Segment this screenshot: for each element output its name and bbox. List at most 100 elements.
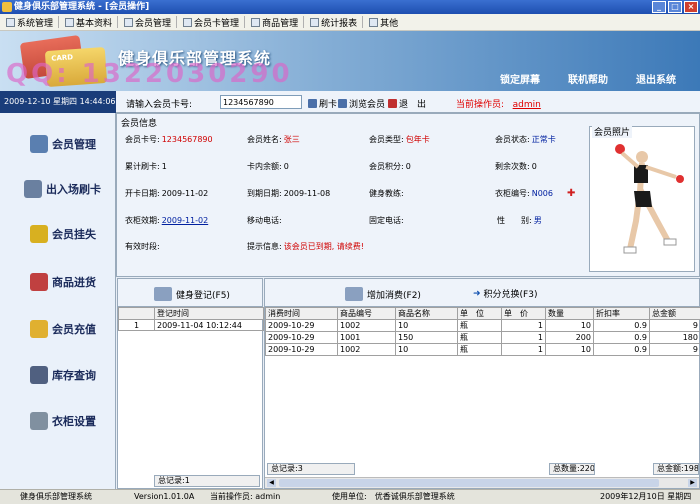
current-operator: 当前操作员: admin (456, 100, 541, 110)
checkin-column-header: 登记时间 (154, 307, 264, 320)
field-valid-period: 有效时段: (125, 242, 160, 251)
status-date: 2009年12月10日 星期四 (600, 492, 692, 501)
member-photo (615, 144, 684, 254)
arrow-right-icon: ➜ (473, 288, 481, 299)
stock-icon (30, 366, 48, 384)
field-open-date: 开卡日期: 2009-11-02 (125, 189, 209, 198)
report-icon (310, 17, 320, 27)
exit-icon (388, 99, 397, 108)
horizontal-scrollbar[interactable]: ◀ ▶ (265, 477, 699, 488)
sidebar-item-report-loss[interactable]: 会员挂失 (0, 211, 116, 257)
field-name: 会员姓名: 张三 (247, 135, 300, 144)
sidebar: 会员管理 出入场刷卡 会员挂失 商品进货 会员充值 库存查询 衣柜设置 (0, 113, 116, 489)
consumption-panel: 增加消费(F2) ➜ 积分兑换(F3) 消费时间 商品编号 商品名称 单 位 单 … (264, 278, 700, 489)
banner: 健身俱乐部管理系统 QQ: 1322030290 锁定屏幕 联机帮助 退出系统 (0, 31, 700, 91)
field-swipes: 累计刷卡: 1 (125, 162, 167, 171)
field-locker: 衣柜编号: N006 ✚ (495, 188, 576, 199)
goods-in-icon (30, 273, 48, 291)
sidebar-item-stock[interactable]: 库存查询 (0, 352, 116, 398)
consumption-total-amount: 总金额:198 (653, 463, 699, 475)
checkin-button[interactable]: 健身登记(F5) (154, 287, 230, 301)
table-row[interactable]: 2009-10-29 1001 150 瓶 1 200 0.9 180 (265, 331, 700, 344)
field-mobile: 移动电话: (247, 216, 282, 225)
consumption-total-records: 总记录:3 (267, 463, 355, 475)
banner-contact: QQ: 1322030290 (6, 59, 293, 89)
status-bar: 健身俱乐部管理系统 Version1.01.0A 当前操作员: admin 使用… (0, 489, 700, 504)
window-title: 健身俱乐部管理系统 - [会员操作] (14, 2, 150, 12)
menu-item-basic-info[interactable]: 基本资料 (65, 16, 119, 29)
status-app: 健身俱乐部管理系统 (20, 492, 92, 501)
sidebar-item-entry-swipe[interactable]: 出入场刷卡 (0, 166, 116, 212)
menu-bar: 系统管理 基本资料 会员管理 会员卡管理 商品管理 统计报表 其他 (0, 14, 700, 31)
consumption-total-qty: 总数量:220 (549, 463, 595, 475)
member-info-header: 会员信息 (121, 119, 158, 129)
field-type: 会员类型: 包年卡 (369, 135, 430, 144)
consumption-table: 消费时间 商品编号 商品名称 单 位 单 价 数量 折扣率 总金额 2009-1… (265, 307, 700, 356)
browse-members-button[interactable]: 浏览会员 (338, 97, 385, 110)
points-redeem-button[interactable]: ➜ 积分兑换(F3) (473, 287, 537, 301)
system-icon (6, 17, 15, 27)
online-help-button[interactable]: 联机帮助 (568, 71, 608, 86)
member-icon (124, 17, 134, 27)
member-photo-box: 会员照片 (589, 125, 695, 272)
field-phone: 固定电话: (369, 216, 404, 225)
title-bar: 健身俱乐部管理系统 - [会员操作] _ □ × (0, 0, 700, 14)
exit-button[interactable]: 退 出 (388, 97, 426, 110)
sidebar-item-member-manage[interactable]: 会员管理 (0, 121, 116, 167)
table-row[interactable]: 2009-10-29 1002 10 瓶 1 10 0.9 9 (265, 343, 700, 356)
close-button[interactable]: × (684, 1, 698, 13)
datetime-display: 2009-12-10 星期四 14:44:06 (0, 91, 116, 113)
menu-item-other[interactable]: 其他 (369, 16, 398, 29)
status-version: Version1.01.0A (134, 492, 195, 501)
card-icon (183, 17, 193, 27)
lock-screen-button[interactable]: 锁定屏幕 (500, 71, 540, 86)
checkin-total: 总记录:1 (154, 475, 260, 487)
add-locker-icon[interactable]: ✚ (567, 188, 575, 199)
swipe-card-button[interactable]: 刷卡 (308, 97, 337, 110)
card-number-input[interactable] (220, 95, 302, 109)
status-unit: 使用单位: 优香诚俱乐部管理系统 (332, 492, 455, 501)
field-remaining: 剩余次数: 0 (495, 162, 537, 171)
field-card-no: 会员卡号: 1234567890 (125, 135, 213, 144)
checkin-table: 登记时间 1 2009-11-04 10:12:44 (118, 307, 264, 331)
field-balance: 卡内余额: 0 (247, 162, 289, 171)
card-number-label: 请输入会员卡号: (126, 100, 193, 110)
other-icon (369, 17, 379, 27)
add-consumption-icon (345, 287, 363, 301)
field-coach: 健身教练: (369, 189, 404, 198)
member-manage-icon (30, 135, 48, 153)
sidebar-item-goods-in[interactable]: 商品进货 (0, 259, 116, 305)
menu-item-system[interactable]: 系统管理 (6, 16, 60, 29)
minimize-button[interactable]: _ (652, 1, 666, 13)
document-icon (65, 17, 75, 27)
swipe-icon (308, 99, 317, 108)
restore-button[interactable]: □ (668, 1, 682, 13)
add-consumption-button[interactable]: 增加消费(F2) (345, 287, 421, 301)
field-points: 会员积分: 0 (369, 162, 411, 171)
table-row[interactable]: 1 2009-11-04 10:12:44 (118, 319, 264, 331)
sidebar-item-locker[interactable]: 衣柜设置 (0, 398, 116, 444)
key-icon (30, 225, 48, 243)
menu-item-member[interactable]: 会员管理 (124, 16, 178, 29)
browse-icon (338, 99, 347, 108)
field-status: 会员状态: 正常卡 (495, 135, 556, 144)
field-locker-expire: 衣柜效期: 2009-11-02 (125, 216, 209, 225)
goods-icon (251, 17, 261, 27)
menu-item-goods[interactable]: 商品管理 (251, 16, 305, 29)
table-row[interactable]: 2009-10-29 1002 10 瓶 1 10 0.9 9 (265, 319, 700, 332)
exit-system-button[interactable]: 退出系统 (636, 71, 676, 86)
menu-item-card[interactable]: 会员卡管理 (183, 16, 246, 29)
field-expire-date: 到期日期: 2009-11-08 (247, 189, 331, 198)
sidebar-item-recharge[interactable]: 会员充值 (0, 306, 116, 352)
recharge-icon (30, 320, 48, 338)
menu-item-report[interactable]: 统计报表 (310, 16, 364, 29)
checkin-icon (154, 287, 172, 301)
field-tip: 提示信息: 该会员已到期, 请续费! (247, 242, 364, 251)
status-operator: 当前操作员: admin (210, 492, 281, 501)
laptop-icon (24, 180, 42, 198)
card-input-bar: 请输入会员卡号: 刷卡 浏览会员 退 出 当前操作员: admin (116, 91, 700, 113)
field-gender: 性 别: 男 (497, 216, 542, 225)
locker-icon (30, 412, 48, 430)
checkin-panel: 健身登记(F5) 登记时间 1 2009-11-04 10:12:44 总记录:1 (117, 278, 264, 489)
member-info-panel: 会员信息 会员卡号: 1234567890 会员姓名: 张三 会员类型: 包年卡 会员… (116, 113, 700, 277)
